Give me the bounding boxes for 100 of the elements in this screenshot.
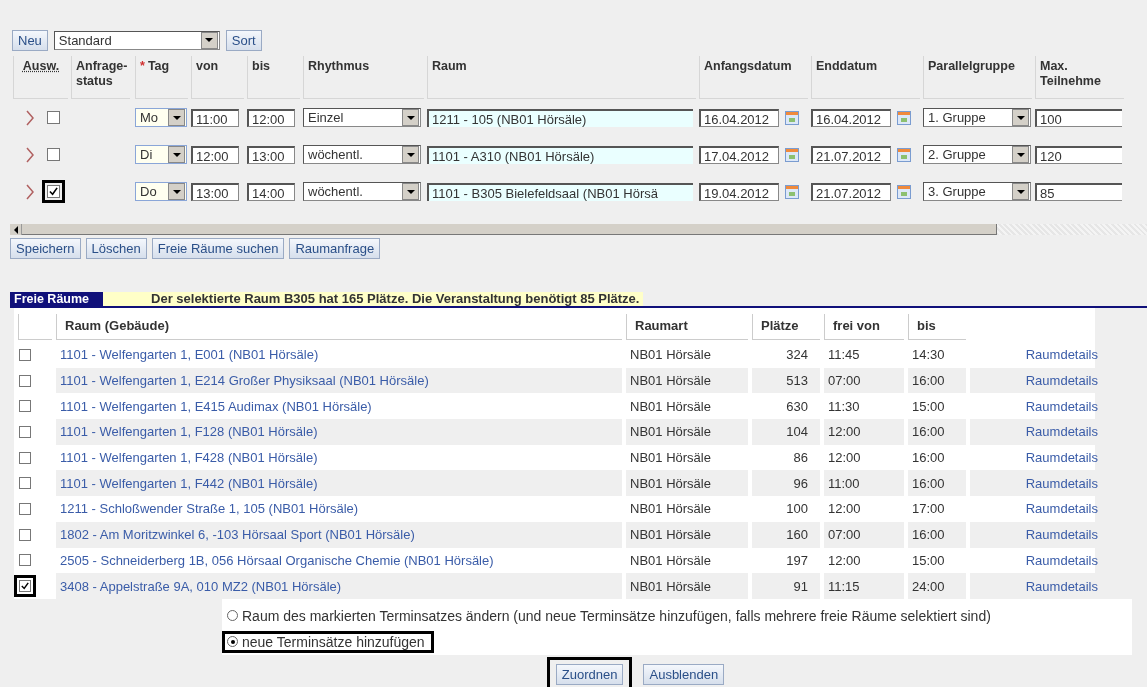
info-message: Der selektierte Raum B305 hat 165 Plätze. Die Veranstaltung benötigt 85 Plätze. — [103, 292, 644, 306]
room-field[interactable]: 1211 - 105 (NB01 Hörsäle) — [427, 108, 693, 127]
table-cell: NB01 Hörsäle — [630, 552, 711, 568]
day-select[interactable]: Di — [135, 145, 187, 164]
table-cell: 17:00 — [912, 501, 945, 517]
table-cell: 86 — [793, 450, 808, 466]
column-label: bis — [252, 59, 271, 73]
column-header: frei von — [824, 314, 904, 340]
time-field[interactable]: 13:00 — [191, 182, 239, 201]
row-checkbox[interactable] — [19, 451, 31, 464]
date-field[interactable]: 19.04.2012 — [699, 182, 779, 201]
room-link[interactable]: 2505 - Schneiderberg 1B, 056 Hörsaal Organische Chemie (NB01 Hörsäle) — [60, 552, 494, 568]
table-cell: 16:00 — [912, 373, 945, 389]
row-checkbox[interactable] — [46, 185, 60, 198]
action-button[interactable]: Zuordnen — [555, 663, 624, 685]
rhythm-select[interactable]: wöchentl. — [303, 145, 421, 164]
row-checkbox[interactable] — [19, 374, 31, 387]
row-checkbox[interactable] — [19, 502, 31, 515]
room-details-link[interactable]: Raumdetails — [1025, 450, 1098, 466]
column-header: bis — [908, 314, 966, 340]
max-participants-field[interactable]: 100 — [1035, 108, 1122, 127]
room-link[interactable]: 1101 - Welfengarten 1, E001 (NB01 Hörsäle) — [60, 347, 319, 363]
row-checkbox[interactable] — [19, 400, 31, 413]
action-button[interactable]: Speichern — [10, 238, 81, 259]
rhythm-select[interactable]: Einzel — [303, 108, 421, 127]
group-select[interactable]: 3. Gruppe — [923, 182, 1031, 201]
row-checkbox[interactable] — [19, 580, 31, 593]
scroll-left-button[interactable] — [10, 224, 22, 235]
new-button[interactable]: Neu — [12, 29, 48, 51]
room-details-link[interactable]: Raumdetails — [1025, 501, 1098, 517]
header-cell — [18, 314, 52, 340]
row-checkbox[interactable] — [19, 477, 31, 490]
column-label: Rhythmus — [308, 59, 370, 73]
room-details-link[interactable]: Raumdetails — [1025, 398, 1098, 414]
column-header: Raum (Gebäude) — [56, 314, 622, 340]
calendar-icon[interactable] — [897, 110, 911, 125]
rhythm-select[interactable]: wöchentl. — [303, 182, 421, 201]
sort-button[interactable]: Sort — [225, 29, 262, 51]
group-select[interactable]: 2. Gruppe — [923, 145, 1031, 164]
table-cell: NB01 Hörsäle — [630, 501, 711, 517]
time-field[interactable]: 14:00 — [247, 182, 295, 201]
room-link[interactable]: 1101 - Welfengarten 1, F428 (NB01 Hörsäle) — [60, 450, 318, 466]
date-field[interactable]: 21.07.2012 — [811, 182, 891, 201]
row-checkbox[interactable] — [19, 554, 31, 567]
row-checkbox[interactable] — [19, 528, 31, 541]
row-checkbox[interactable] — [19, 425, 31, 438]
radio-button[interactable] — [227, 636, 238, 648]
date-field[interactable]: 17.04.2012 — [699, 145, 779, 164]
calendar-icon[interactable] — [897, 147, 911, 162]
arrow-left-icon — [13, 225, 18, 234]
required-marker: * — [140, 59, 145, 73]
radio-button[interactable] — [227, 610, 238, 622]
day-select[interactable]: Do — [135, 182, 187, 201]
room-link[interactable]: 1211 - Schloßwender Straße 1, 105 (NB01 Hörsäle) — [60, 501, 359, 517]
day-select[interactable]: Mo — [135, 108, 187, 127]
chevron-icon — [25, 146, 34, 163]
row-checkbox[interactable] — [19, 348, 31, 361]
table-cell: NB01 Hörsäle — [630, 398, 711, 414]
table-cell: 96 — [793, 475, 808, 491]
column-label: Parallelgruppe — [928, 59, 1015, 73]
action-button[interactable]: Ausblenden — [643, 663, 725, 685]
table-cell: 100 — [786, 501, 808, 517]
column-header: Raumart — [626, 314, 748, 340]
row-checkbox[interactable] — [46, 148, 60, 161]
max-participants-field[interactable]: 120 — [1035, 145, 1122, 164]
time-field[interactable]: 12:00 — [191, 145, 239, 164]
action-button[interactable]: Freie Räume suchen — [151, 238, 285, 259]
column-label: Anfangsdatum — [704, 59, 792, 73]
time-field[interactable]: 12:00 — [247, 108, 295, 127]
room-field[interactable]: 1101 - B305 Bielefeldsaal (NB01 Hörsä — [427, 182, 693, 201]
table-cell: 24:00 — [912, 578, 945, 594]
table-cell: 07:00 — [828, 527, 861, 543]
calendar-icon[interactable] — [785, 184, 799, 199]
date-field[interactable]: 16.04.2012 — [811, 108, 891, 127]
view-select[interactable]: Standard — [53, 30, 220, 50]
table-cell: NB01 Hörsäle — [630, 373, 711, 389]
room-details-link[interactable]: Raumdetails — [1025, 347, 1098, 363]
radio-label: neue Terminsätze hinzufügen — [242, 633, 425, 650]
time-field[interactable]: 13:00 — [247, 145, 295, 164]
room-details-link[interactable]: Raumdetails — [1025, 552, 1098, 568]
max-participants-field[interactable]: 85 — [1035, 182, 1122, 201]
action-button[interactable]: Löschen — [85, 238, 147, 259]
table-cell: 16:00 — [912, 424, 945, 440]
calendar-icon[interactable] — [897, 184, 911, 199]
table-cell: NB01 Hörsäle — [630, 347, 711, 363]
calendar-icon[interactable] — [785, 110, 799, 125]
date-field[interactable]: 16.04.2012 — [699, 108, 779, 127]
row-checkbox[interactable] — [46, 111, 60, 124]
room-link[interactable]: 1101 - Welfengarten 1, E415 Audimax (NB01 Hörsäle) — [60, 398, 372, 414]
room-field[interactable]: 1101 - A310 (NB01 Hörsäle) — [427, 145, 693, 164]
time-field[interactable]: 11:00 — [191, 108, 239, 127]
date-field[interactable]: 21.07.2012 — [811, 145, 891, 164]
table-cell: 16:00 — [912, 475, 945, 491]
column-label: Anfrage-status — [76, 59, 128, 88]
table-cell: NB01 Hörsäle — [630, 475, 711, 491]
scrollbar-thumb[interactable] — [22, 224, 997, 235]
action-button[interactable]: Raumanfrage — [289, 238, 381, 259]
calendar-icon[interactable] — [785, 147, 799, 162]
group-select[interactable]: 1. Gruppe — [923, 108, 1031, 127]
table-cell: 15:00 — [912, 552, 945, 568]
